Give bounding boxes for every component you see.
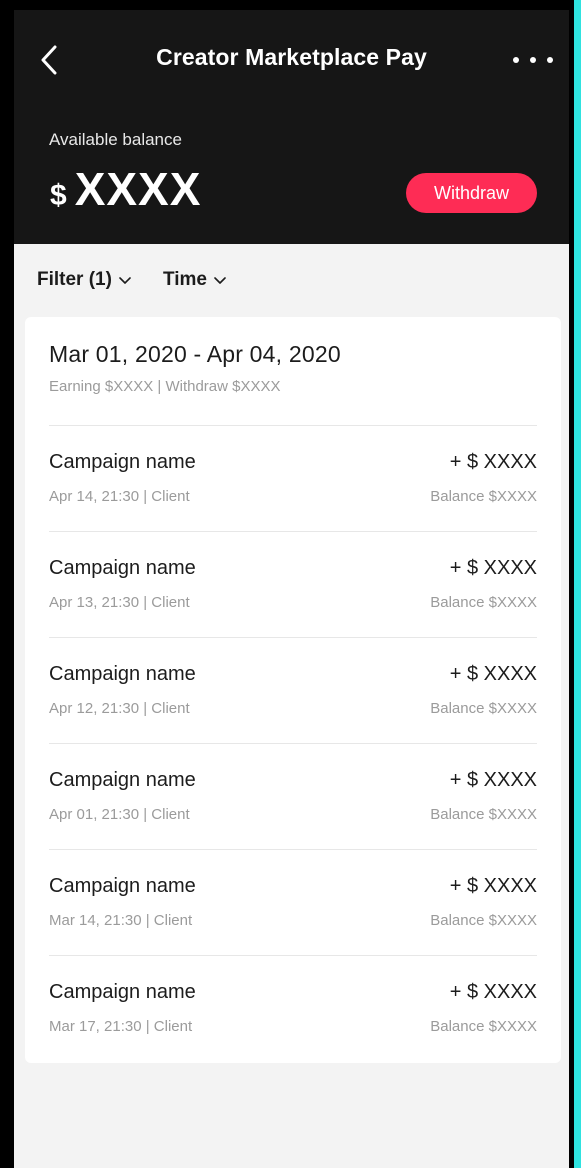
transaction-amount: + $ XXXX [449, 663, 537, 685]
chevron-down-icon [214, 276, 226, 284]
campaign-name: Campaign name [49, 875, 196, 897]
transaction-meta: Mar 17, 21:30 | Client [49, 1018, 193, 1035]
running-balance: Balance $XXXX [430, 700, 537, 717]
page-title: Creator Marketplace Pay [156, 44, 427, 70]
period-totals: Earning $XXXX | Withdraw $XXXX [49, 378, 281, 395]
transaction-amount: + $ XXXX [449, 769, 537, 791]
filter-bar: Filter (1) Time [14, 244, 569, 316]
more-dot [547, 57, 553, 63]
more-options-button[interactable] [513, 50, 553, 70]
filter-dropdown[interactable]: Filter (1) [37, 269, 131, 291]
withdraw-button[interactable]: Withdraw [406, 173, 537, 213]
transaction-meta: Mar 14, 21:30 | Client [49, 912, 193, 929]
app-screen: Creator Marketplace Pay Available balanc… [14, 10, 569, 1168]
running-balance: Balance $XXXX [430, 488, 537, 505]
time-dropdown[interactable]: Time [163, 269, 226, 291]
campaign-name: Campaign name [49, 981, 196, 1003]
period-summary: Mar 01, 2020 - Apr 04, 2020 Earning $XXX… [49, 341, 341, 395]
period-range: Mar 01, 2020 - Apr 04, 2020 [49, 341, 341, 367]
transaction-row[interactable]: Campaign name Apr 14, 21:30 | Client + $… [49, 425, 537, 531]
more-dot [530, 57, 536, 63]
top-bar: Creator Marketplace Pay [14, 10, 569, 110]
running-balance: Balance $XXXX [430, 912, 537, 929]
transaction-row[interactable]: Campaign name Mar 14, 21:30 | Client + $… [49, 849, 537, 955]
campaign-name: Campaign name [49, 451, 196, 473]
campaign-name: Campaign name [49, 557, 196, 579]
running-balance: Balance $XXXX [430, 594, 537, 611]
transaction-row[interactable]: Campaign name Apr 13, 21:30 | Client + $… [49, 531, 537, 637]
transaction-row[interactable]: Campaign name Apr 12, 21:30 | Client + $… [49, 637, 537, 743]
balance-label: Available balance [49, 130, 182, 149]
campaign-name: Campaign name [49, 663, 196, 685]
more-horizontal-icon [513, 57, 519, 63]
transaction-meta: Apr 13, 21:30 | Client [49, 594, 190, 611]
time-label: Time [162, 269, 207, 290]
transaction-amount: + $ XXXX [449, 981, 537, 1003]
transaction-meta: Apr 01, 21:30 | Client [49, 806, 190, 823]
transactions-card: Mar 01, 2020 - Apr 04, 2020 Earning $XXX… [25, 317, 561, 1063]
transaction-row[interactable]: Campaign name Apr 01, 21:30 | Client + $… [49, 743, 537, 849]
transaction-amount: + $ XXXX [449, 557, 537, 579]
filter-label: Filter (1) [37, 269, 112, 290]
device-frame: Creator Marketplace Pay Available balanc… [0, 0, 574, 1168]
running-balance: Balance $XXXX [430, 1018, 537, 1035]
balance-header: Creator Marketplace Pay Available balanc… [14, 10, 569, 244]
balance-amount: $ XXXX [50, 162, 201, 216]
balance-currency: $ [50, 179, 67, 212]
transaction-meta: Apr 12, 21:30 | Client [49, 700, 190, 717]
transaction-amount: + $ XXXX [449, 875, 537, 897]
balance-value: XXXX [74, 163, 202, 215]
transaction-amount: + $ XXXX [449, 451, 537, 473]
running-balance: Balance $XXXX [430, 806, 537, 823]
campaign-name: Campaign name [49, 769, 196, 791]
transaction-meta: Apr 14, 21:30 | Client [49, 488, 190, 505]
chevron-down-icon [119, 276, 131, 284]
transaction-row[interactable]: Campaign name Mar 17, 21:30 | Client + $… [49, 955, 537, 1061]
